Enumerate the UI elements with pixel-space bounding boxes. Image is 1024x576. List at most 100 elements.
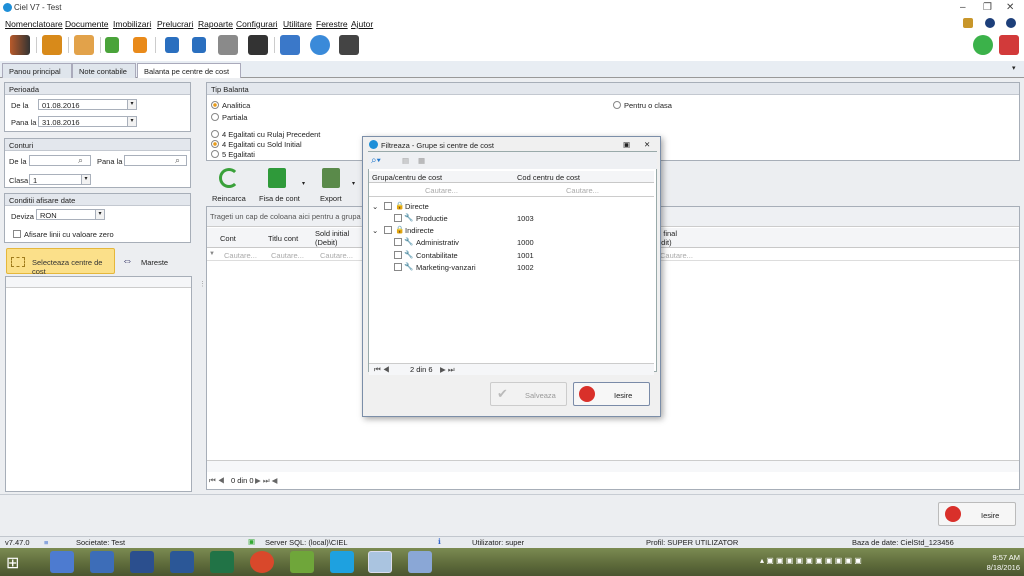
tree-checkbox[interactable]: [394, 214, 402, 222]
menu-ajutor[interactable]: Ajutor: [351, 19, 373, 29]
menu-configurari[interactable]: Configurari: [236, 19, 278, 29]
restore-button[interactable]: ❐: [983, 2, 992, 13]
menu-documente[interactable]: Documente: [65, 19, 108, 29]
column-titlu-cont[interactable]: Titlu cont: [268, 234, 298, 243]
menu-nomenclatoare[interactable]: Nomenclatoare: [5, 19, 63, 29]
tree-row-productie[interactable]: Productie: [416, 214, 448, 223]
filter-final-input[interactable]: Cautare...: [660, 251, 693, 260]
dropdown-arrow-icon[interactable]: ▾: [81, 175, 90, 184]
collapse-all-icon[interactable]: ▦: [418, 156, 425, 165]
partiala-radio[interactable]: [211, 113, 219, 121]
opt4b-radio[interactable]: [211, 140, 219, 148]
computer-icon[interactable]: [130, 551, 154, 573]
filter-cont-input[interactable]: Cautare...: [224, 251, 257, 260]
doc-in-icon[interactable]: [105, 37, 119, 53]
menu-utilitare[interactable]: Utilitare: [283, 19, 312, 29]
chrome-icon[interactable]: [250, 551, 274, 573]
toolbox-icon[interactable]: [963, 18, 973, 28]
opt5-radio[interactable]: [211, 150, 219, 158]
system-tray[interactable]: ▴ ▣ ▣ ▣ ▣ ▣ ▣ ▣ ▣ ▣ ▣: [760, 556, 960, 570]
printer-icon[interactable]: [218, 35, 238, 55]
app-icon[interactable]: [290, 551, 314, 573]
pager-next[interactable]: ▶ ⏭: [440, 365, 455, 375]
dialog-filter-code[interactable]: Cautare...: [566, 186, 599, 195]
calculator-icon[interactable]: [339, 35, 359, 55]
export-doc-icon[interactable]: [192, 37, 206, 53]
search-icon[interactable]: [310, 35, 330, 55]
tree-checkbox[interactable]: [394, 238, 402, 246]
expand-arrows-icon[interactable]: ⇔: [122, 255, 133, 267]
dropdown-arrow-icon[interactable]: ▾: [127, 100, 136, 109]
restore-dialog-button[interactable]: ▣: [623, 140, 630, 149]
tree-row-administrativ[interactable]: Administrativ: [416, 238, 459, 247]
column-sold-initial-debit[interactable]: Sold initial (Debit): [315, 229, 349, 247]
select-cost-centers-button[interactable]: Selecteaza centre de cost: [6, 248, 115, 276]
exit-dialog-button[interactable]: Iesire: [573, 382, 650, 406]
export-button[interactable]: Export: [320, 194, 342, 203]
tab-balanta[interactable]: Balanta pe centre de cost ✕: [137, 63, 241, 85]
save-button[interactable]: ✔ Salveaza: [490, 382, 567, 406]
tab-panou-principal[interactable]: Panou principal: [2, 63, 72, 78]
lifebuoy-icon[interactable]: [999, 35, 1019, 55]
expand-all-icon[interactable]: ▤: [402, 156, 409, 165]
users-icon[interactable]: [74, 35, 94, 55]
close-button[interactable]: ✕: [1006, 2, 1014, 13]
app2-icon[interactable]: [408, 551, 432, 573]
ciel-taskbar-icon[interactable]: [368, 551, 392, 573]
menu-rapoarte[interactable]: Rapoarte: [198, 19, 233, 29]
box-icon[interactable]: [42, 35, 62, 55]
skype-icon[interactable]: [330, 551, 354, 573]
word-icon[interactable]: [170, 551, 194, 573]
export-icon[interactable]: [322, 168, 340, 188]
pana-la-date-input[interactable]: 31.08.2016: [38, 116, 137, 127]
tree-checkbox[interactable]: [394, 251, 402, 259]
analitica-radio[interactable]: [211, 101, 219, 109]
column-grupa[interactable]: Grupa/centru de cost: [372, 173, 442, 182]
account-sheet-icon[interactable]: [268, 168, 286, 188]
filter-titlu-input[interactable]: Cautare...: [271, 251, 304, 260]
exit-button[interactable]: Iesire: [938, 502, 1016, 526]
search-icon[interactable]: ⌕▾: [371, 155, 381, 166]
tree-row-directe[interactable]: Directe: [405, 202, 429, 211]
opt4-radio[interactable]: [211, 130, 219, 138]
pager-prev[interactable]: ⏮ ◀: [374, 365, 390, 375]
splitter-handle[interactable]: ⋮: [199, 280, 206, 288]
tree-checkbox[interactable]: [394, 263, 402, 271]
power-icon[interactable]: [1006, 18, 1016, 28]
mareste-button[interactable]: Mareste: [141, 258, 168, 267]
import-icon[interactable]: [165, 37, 179, 53]
menu-prelucrari[interactable]: Prelucrari: [157, 19, 193, 29]
minimize-button[interactable]: –: [960, 2, 966, 13]
column-cont[interactable]: Cont: [220, 234, 236, 243]
column-cod[interactable]: Cod centru de cost: [517, 173, 580, 182]
tree-checkbox[interactable]: [384, 226, 392, 234]
windows-start-icon[interactable]: ⊞: [6, 553, 19, 573]
filter-sold-input[interactable]: Cautare...: [320, 251, 353, 260]
search-icon[interactable]: ⌕: [78, 155, 83, 166]
doc-out-icon[interactable]: [133, 37, 147, 53]
cost-center-list[interactable]: [5, 276, 192, 492]
menu-ferestre[interactable]: Ferestre: [316, 19, 348, 29]
cash-register-icon[interactable]: [248, 35, 268, 55]
tree-row-marketing[interactable]: Marketing-vanzari: [416, 263, 476, 272]
tree-row-contabilitate[interactable]: Contabilitate: [416, 251, 458, 260]
home-icon[interactable]: [50, 551, 74, 573]
dropdown-arrow-icon[interactable]: ▾: [302, 180, 305, 187]
fisa-de-cont-button[interactable]: Fisa de cont: [259, 194, 300, 203]
grid-pager-nav[interactable]: ⏮ ◀: [209, 476, 225, 486]
zero-lines-checkbox[interactable]: [13, 230, 21, 238]
chat-icon[interactable]: [973, 35, 993, 55]
dropdown-arrow-icon[interactable]: ▾: [127, 117, 136, 126]
grid-pager-nav[interactable]: ▶ ⏭ ◀: [255, 476, 277, 486]
tree-checkbox[interactable]: [384, 202, 392, 210]
reincarca-button[interactable]: Reincarca: [212, 194, 246, 203]
help-icon[interactable]: [985, 18, 995, 28]
tree-toggle-icon[interactable]: ⌄: [372, 226, 378, 235]
dropdown-arrow-icon[interactable]: ▾: [352, 180, 355, 187]
de-la-date-input[interactable]: 01.08.2016: [38, 99, 137, 110]
search-icon[interactable]: ⌕: [175, 155, 180, 166]
refresh-icon[interactable]: [219, 168, 239, 188]
tab-note-contabile[interactable]: Note contabile: [72, 63, 136, 78]
excel-icon[interactable]: [210, 551, 234, 573]
dialog-filter-name[interactable]: Cautare...: [425, 186, 458, 195]
